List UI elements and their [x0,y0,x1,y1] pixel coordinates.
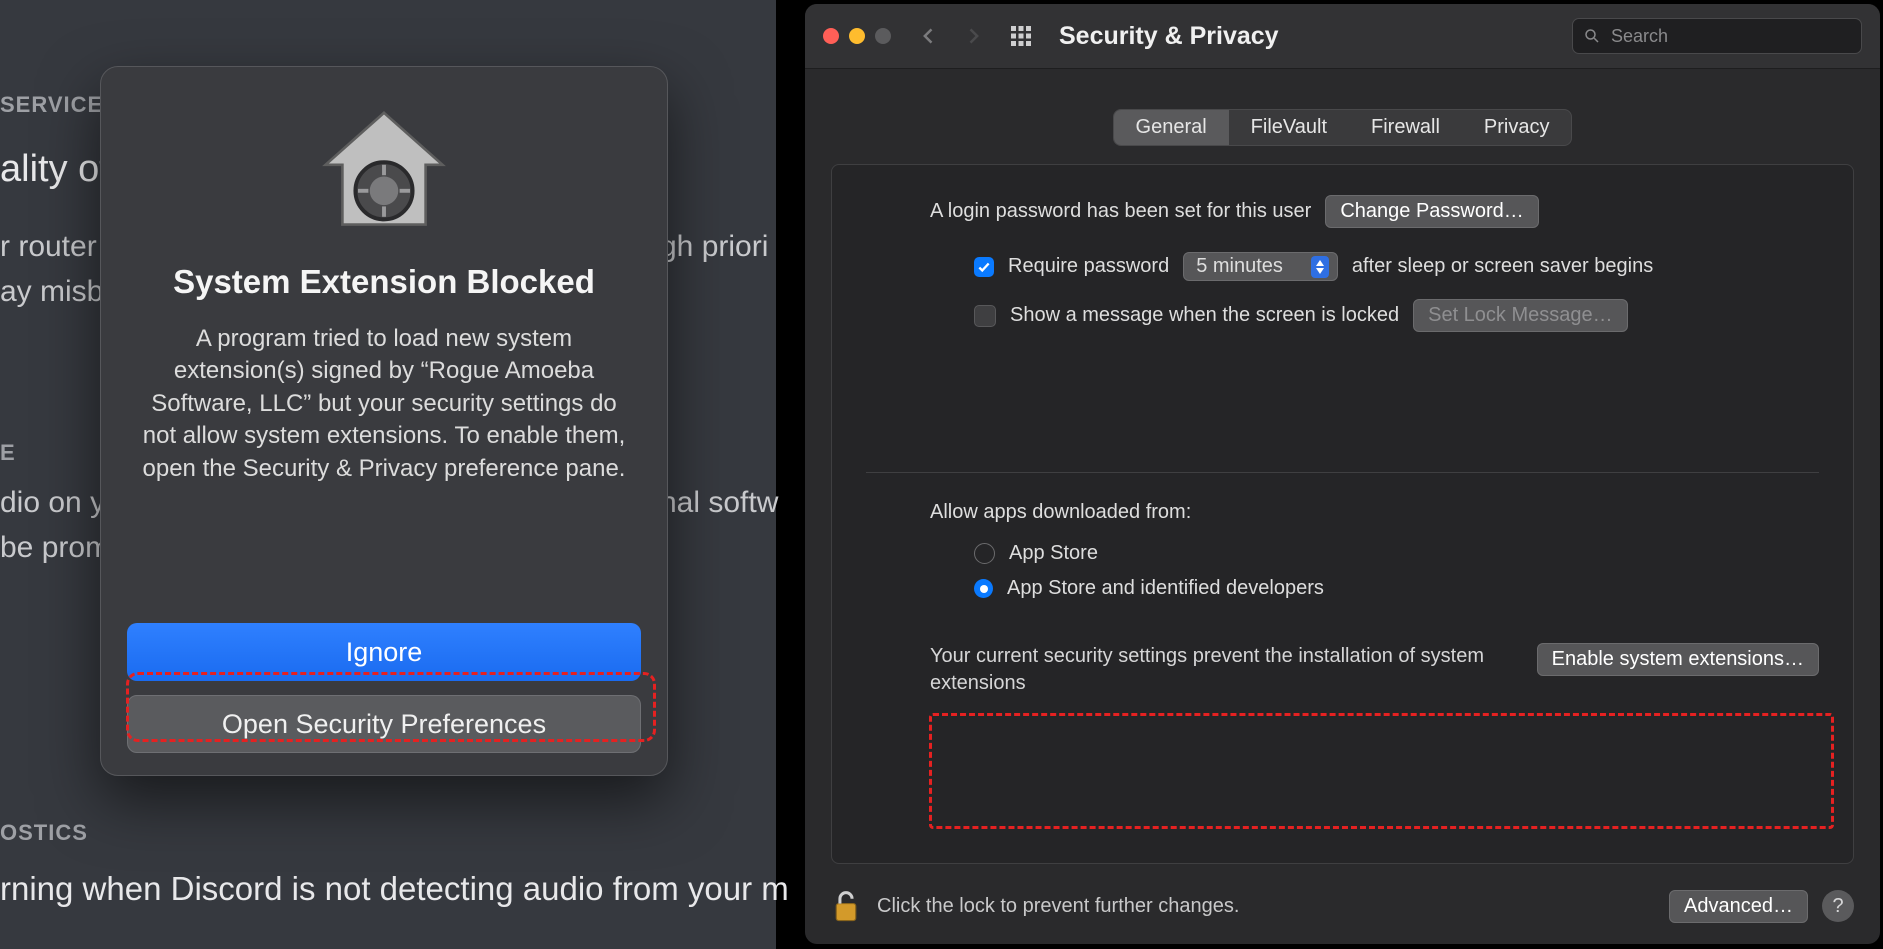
allow-appstore-and-developers-radio[interactable] [974,579,993,598]
general-panel: A login password has been set for this u… [831,164,1854,864]
nav-forward-button[interactable] [963,26,983,46]
system-preferences-window: Security & Privacy General FileVault Fir… [805,4,1880,944]
bg-text-beprom: be prom [0,531,110,565]
search-field[interactable] [1572,18,1862,54]
system-extension-blocked-dialog: System Extension Blocked A program tried… [100,66,668,776]
bg-text-gh: gh priori [660,230,768,264]
require-password-checkbox[interactable] [974,257,994,277]
after-sleep-label: after sleep or screen saver begins [1352,255,1653,278]
tab-firewall[interactable]: Firewall [1349,110,1462,145]
bg-text-warning: rning when Discord is not detecting audi… [0,870,789,908]
require-password-delay-select[interactable]: 5 minutes [1183,252,1338,281]
window-footer: Click the lock to prevent further change… [831,882,1854,930]
dialog-body: A program tried to load new system exten… [127,323,641,485]
minimize-window-button[interactable] [849,28,865,44]
tab-filevault[interactable]: FileVault [1229,110,1349,145]
unlock-icon[interactable] [831,889,861,923]
window-title: Security & Privacy [1059,22,1279,51]
help-button[interactable]: ? [1822,890,1854,922]
system-extensions-blocked-text: Your current security settings prevent t… [930,643,1507,697]
bg-text-router: r router t [0,230,113,264]
divider [866,472,1819,473]
set-lock-message-button[interactable]: Set Lock Message… [1413,299,1628,332]
search-icon [1583,27,1601,45]
advanced-button[interactable]: Advanced… [1669,890,1808,923]
tabs-segmented-control: General FileVault Firewall Privacy [1113,109,1573,146]
bg-heading-e: E [0,440,15,466]
show-lock-message-checkbox[interactable] [974,305,996,327]
change-password-button[interactable]: Change Password… [1325,195,1538,228]
search-input[interactable] [1609,25,1851,48]
nav-back-button[interactable] [919,26,939,46]
dialog-title: System Extension Blocked [173,263,595,301]
bg-heading-service: SERVICE [0,92,103,118]
ignore-button[interactable]: Ignore [127,623,641,681]
bg-heading-ostics: OSTICS [0,820,88,846]
security-house-vault-icon [319,105,449,235]
allow-appstore-label: App Store [1009,542,1098,565]
tab-general[interactable]: General [1114,110,1229,145]
bg-text-dio: dio on y [0,486,105,520]
require-password-delay-value: 5 minutes [1196,255,1283,278]
tab-privacy[interactable]: Privacy [1462,110,1572,145]
lock-hint-text: Click the lock to prevent further change… [877,895,1239,918]
allow-appstore-and-developers-label: App Store and identified developers [1007,577,1324,600]
allow-apps-heading: Allow apps downloaded from: [930,501,1755,524]
login-password-set-label: A login password has been set for this u… [930,200,1311,223]
open-security-preferences-button[interactable]: Open Security Preferences [127,695,641,753]
require-password-label: Require password [1008,255,1169,278]
select-stepper-icon [1311,256,1329,278]
show-lock-message-label: Show a message when the screen is locked [1010,304,1399,327]
show-all-preferences-button[interactable] [1009,24,1033,48]
close-window-button[interactable] [823,28,839,44]
window-titlebar: Security & Privacy [805,4,1880,69]
fullscreen-window-button[interactable] [875,28,891,44]
traffic-lights [823,28,891,44]
enable-system-extensions-button[interactable]: Enable system extensions… [1537,643,1819,676]
allow-appstore-radio[interactable] [974,543,995,564]
bg-text-nal: nal softw [660,486,778,520]
